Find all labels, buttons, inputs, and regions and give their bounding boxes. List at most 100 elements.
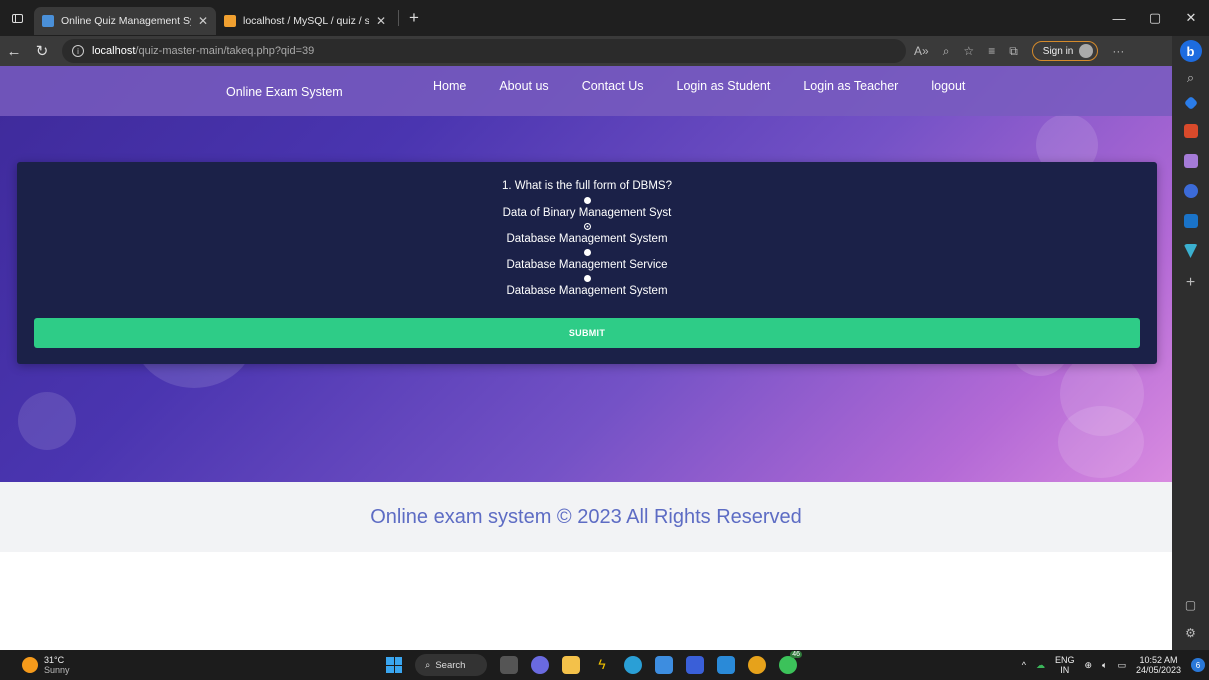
nav-home[interactable]: Home	[433, 79, 466, 93]
edge-sidebar: b ⌕ + ▢ ⚙	[1172, 36, 1209, 650]
taskbar-apps: ⌕ Search ϟ 46	[386, 651, 802, 677]
option-radio-4[interactable]	[584, 275, 591, 282]
option-radio-1[interactable]	[584, 197, 591, 204]
collections-icon[interactable]: ⧉	[1009, 44, 1018, 59]
hide-sidebar-icon[interactable]: ▢	[1185, 598, 1196, 612]
chrome-icon[interactable]	[748, 656, 766, 674]
weather-widget[interactable]: 31°C Sunny	[22, 655, 70, 675]
cloud-icon[interactable]: ☁	[1036, 660, 1045, 671]
quiz-card: 1. What is the full form of DBMS? Data o…	[17, 162, 1157, 364]
bing-chat-icon[interactable]: b	[1179, 40, 1202, 62]
submit-button[interactable]: SUBMIT	[34, 318, 1140, 348]
drop-icon[interactable]	[1183, 244, 1198, 258]
address-bar[interactable]: i localhost/quiz-master-main/takeq.php?q…	[62, 39, 906, 63]
windows-start-icon[interactable]	[386, 657, 402, 673]
zoom-icon[interactable]: ⌕	[943, 44, 950, 59]
edge-browser-icon[interactable]	[624, 656, 642, 674]
page-viewport: Online Exam System Home About us Contact…	[0, 66, 1172, 650]
weather-desc: Sunny	[44, 665, 70, 675]
option-radio-3[interactable]	[584, 249, 591, 256]
decor-bubble	[1058, 406, 1144, 478]
system-tray: ^ ☁ ENG IN ⊕ 🔈︎ ▭ 10:52 AM 24/05/2023 6	[1022, 650, 1205, 680]
new-tab-button[interactable]: +	[403, 8, 425, 28]
file-explorer-icon[interactable]	[562, 656, 580, 674]
whatsapp-badge: 46	[790, 651, 802, 658]
close-window-button[interactable]: ✕	[1173, 0, 1209, 36]
vscode-icon[interactable]	[717, 656, 735, 674]
nav-login-student[interactable]: Login as Student	[677, 79, 771, 93]
task-view-icon[interactable]	[500, 656, 518, 674]
shopping-icon[interactable]	[1183, 95, 1198, 111]
add-sidebar-app-icon[interactable]: +	[1186, 274, 1195, 292]
weather-temp: 31°C	[44, 655, 65, 665]
question-text: 1. What is the full form of DBMS?	[501, 180, 672, 192]
option-label-2: Database Management System	[506, 233, 668, 245]
outlook-icon[interactable]	[1183, 214, 1198, 228]
sign-in-button[interactable]: Sign in	[1031, 41, 1099, 61]
clock-time: 10:52 AM	[1139, 655, 1178, 665]
url-path: /quiz-master-main/takeq.php?qid=39	[135, 45, 315, 57]
lang-bottom: IN	[1060, 665, 1070, 675]
nav-contact-us[interactable]: Contact Us	[582, 79, 644, 93]
phpmyadmin-favicon-icon	[224, 15, 236, 27]
favorite-star-icon[interactable]: ☆	[963, 44, 974, 58]
address-toolbar: ← ↻ i localhost/quiz-master-main/takeq.p…	[0, 36, 1172, 66]
winamp-icon[interactable]: ϟ	[593, 656, 611, 674]
option-radio-2[interactable]	[584, 223, 591, 230]
browser-tools: A» ⌕ ☆ ≡ ⧉ Sign in ···	[914, 41, 1124, 61]
microsoft-365-icon[interactable]	[1183, 184, 1198, 198]
favorites-list-icon[interactable]: ≡	[988, 44, 995, 58]
network-icon[interactable]: ⊕	[1084, 660, 1092, 671]
close-tab-icon[interactable]: ✕	[198, 14, 208, 28]
games-icon[interactable]	[1183, 154, 1198, 168]
nav-logout[interactable]: logout	[931, 79, 965, 93]
read-aloud-icon[interactable]: A»	[914, 44, 929, 58]
taskbar-search[interactable]: ⌕ Search	[415, 654, 487, 676]
battery-icon[interactable]: ▭	[1117, 660, 1126, 671]
back-button[interactable]: ←	[0, 43, 28, 60]
footer-text: Online exam system © 2023 All Rights Res…	[370, 505, 802, 528]
tab-actions-icon[interactable]	[0, 0, 34, 36]
tab-title: Online Quiz Management Systen	[61, 15, 191, 27]
dropbox-icon[interactable]	[686, 656, 704, 674]
meet-icon[interactable]	[531, 656, 549, 674]
hero-background: Online Exam System Home About us Contact…	[0, 66, 1172, 482]
decor-bubble	[18, 392, 76, 450]
close-tab-icon[interactable]: ✕	[376, 14, 386, 28]
more-menu-icon[interactable]: ···	[1112, 44, 1124, 58]
sidebar-search-icon[interactable]: ⌕	[1187, 70, 1194, 86]
tab-title: localhost / MySQL / quiz / studer	[243, 15, 369, 27]
refresh-button[interactable]: ↻	[28, 42, 56, 60]
minimize-button[interactable]: —	[1101, 0, 1137, 36]
nav-about-us[interactable]: About us	[499, 79, 548, 93]
volume-icon[interactable]: 🔈︎	[1102, 660, 1107, 671]
notification-badge[interactable]: 6	[1191, 658, 1205, 672]
window-controls: — ▢ ✕	[1101, 0, 1209, 36]
site-navbar: Online Exam System Home About us Contact…	[0, 66, 1172, 116]
tools-icon[interactable]	[1183, 124, 1198, 138]
tab-divider	[398, 10, 399, 26]
language-indicator[interactable]: ENG IN	[1055, 655, 1075, 675]
site-brand[interactable]: Online Exam System	[226, 85, 343, 99]
tab-phpmyadmin[interactable]: localhost / MySQL / quiz / studer ✕	[216, 7, 394, 35]
nav-links: Home About us Contact Us Login as Studen…	[433, 79, 998, 93]
sidebar-settings-icon[interactable]: ⚙	[1185, 626, 1196, 640]
whatsapp-icon[interactable]: 46	[779, 651, 802, 674]
windows-taskbar: 31°C Sunny ⌕ Search ϟ 46 ^ ☁ ENG IN ⊕ 🔈︎…	[0, 650, 1209, 680]
sign-in-label: Sign in	[1042, 45, 1074, 57]
option-label-3: Database Management Service	[506, 259, 668, 271]
browser-tab-strip: Online Quiz Management Systen ✕ localhos…	[0, 0, 1209, 36]
store-icon[interactable]	[655, 656, 673, 674]
tray-overflow-icon[interactable]: ^	[1022, 660, 1026, 670]
sun-icon	[22, 657, 38, 673]
url-host: localhost	[92, 45, 136, 57]
tab-quiz-system[interactable]: Online Quiz Management Systen ✕	[34, 7, 216, 35]
search-icon: ⌕	[425, 659, 431, 671]
profile-avatar-icon	[1079, 44, 1094, 58]
clock[interactable]: 10:52 AM 24/05/2023	[1136, 655, 1181, 675]
nav-login-teacher[interactable]: Login as Teacher	[803, 79, 898, 93]
option-label-1: Data of Binary Management Syst	[502, 207, 672, 219]
site-info-icon[interactable]: i	[72, 45, 84, 57]
quiz-favicon-icon	[42, 15, 54, 27]
restore-button[interactable]: ▢	[1137, 0, 1173, 36]
